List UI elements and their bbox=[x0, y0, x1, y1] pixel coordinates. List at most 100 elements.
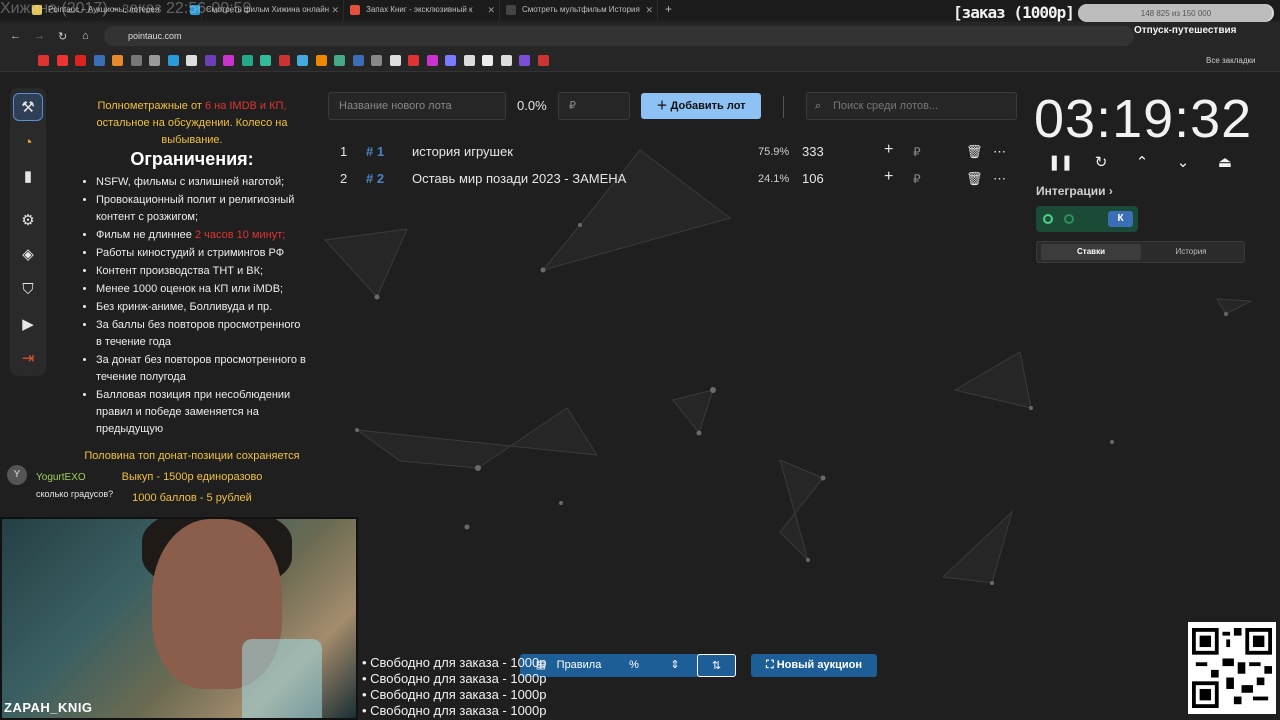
pause-icon[interactable]: ❚❚ bbox=[1048, 152, 1073, 174]
stream-title-overlay: Хижина (2017) - заказ 22:56-00:59 bbox=[0, 0, 252, 17]
reload-icon[interactable]: ↻ bbox=[58, 30, 67, 43]
close-tab-icon[interactable]: ✕ bbox=[487, 0, 495, 20]
radio-off-icon[interactable] bbox=[1064, 214, 1074, 224]
bookmark-icon[interactable] bbox=[112, 55, 123, 66]
free-slot-item: • Свободно для заказа - 1000р bbox=[362, 655, 547, 670]
gear-icon[interactable]: ⚙ bbox=[13, 206, 43, 234]
playlist-icon[interactable]: ▶ bbox=[13, 310, 43, 338]
more-options-icon[interactable]: ⋯ bbox=[993, 144, 1006, 160]
more-options-icon[interactable]: ⋯ bbox=[993, 171, 1006, 187]
bookmark-icon[interactable] bbox=[130, 55, 142, 66]
new-auction-button[interactable]: ⛶ Новый аукцион bbox=[751, 654, 877, 677]
lot-currency: ₽ bbox=[913, 172, 921, 186]
bookmark-icon[interactable] bbox=[223, 55, 234, 66]
browser-tab-zapah[interactable]: Запах Книг - эксклюзивный к ✕ bbox=[344, 0, 500, 20]
lot-amount-input[interactable]: ₽ bbox=[558, 92, 630, 120]
order-badge: [заказ (1000р] bbox=[953, 3, 1075, 22]
bookmark-icon[interactable] bbox=[93, 55, 105, 66]
bookmark-icon[interactable] bbox=[241, 55, 253, 66]
bookmark-icon[interactable] bbox=[260, 55, 271, 66]
back-icon[interactable]: ← bbox=[10, 30, 21, 42]
close-tab-icon[interactable]: ✕ bbox=[645, 0, 653, 20]
add-lot-button[interactable]: ＋ Добавить лот bbox=[641, 93, 761, 119]
bookmark-icon[interactable] bbox=[463, 55, 475, 66]
qr-code-pattern bbox=[1192, 628, 1272, 708]
tab-history[interactable]: История bbox=[1141, 244, 1241, 260]
bookmark-icon[interactable] bbox=[56, 55, 68, 66]
lot-name[interactable]: история игрушек bbox=[412, 144, 513, 159]
lot-amount[interactable]: 106 bbox=[802, 171, 824, 186]
lot-percent: 0.0% bbox=[517, 98, 547, 113]
auction-gavel-icon[interactable]: ⚒ bbox=[13, 93, 43, 121]
bookmark-icon[interactable] bbox=[445, 55, 456, 66]
bookmark-icon[interactable] bbox=[371, 55, 382, 66]
all-bookmarks-link[interactable]: Все закладки bbox=[1206, 56, 1255, 65]
radio-on-icon[interactable] bbox=[1043, 214, 1053, 224]
integrations-title[interactable]: Интеграции › bbox=[1036, 184, 1113, 198]
lot-row: 1 # 1 история игрушек 75.9% 333 + ₽ 🗑 ⋯ bbox=[336, 140, 1016, 164]
close-tab-icon[interactable]: ✕ bbox=[331, 0, 339, 20]
chevron-down-icon[interactable]: ⌄ bbox=[1172, 152, 1194, 174]
bookmark-icon[interactable] bbox=[482, 55, 493, 66]
bookmark-icon[interactable] bbox=[315, 55, 327, 66]
vk-integration-icon[interactable]: К bbox=[1108, 211, 1133, 227]
bookmark-icon[interactable] bbox=[334, 55, 345, 66]
bookmark-icon[interactable] bbox=[297, 55, 308, 66]
layers-icon[interactable]: ◈ bbox=[13, 240, 43, 268]
bookmark-icon[interactable] bbox=[426, 55, 438, 66]
eject-icon[interactable]: ⏏ bbox=[1214, 152, 1236, 174]
bookmark-icon[interactable] bbox=[278, 55, 290, 66]
delete-lot-icon[interactable]: 🗑 bbox=[966, 144, 983, 160]
rules-heading: Ограничения: bbox=[130, 149, 254, 169]
split-icon[interactable]: ⇕ bbox=[663, 654, 687, 677]
rules-intro-rating: 6 на IMDB и КП, bbox=[204, 100, 287, 112]
bookmark-icon[interactable] bbox=[408, 55, 419, 66]
shield-icon[interactable]: ⛉ bbox=[13, 275, 43, 303]
bookmark-icon[interactable] bbox=[500, 55, 512, 66]
delete-lot-icon[interactable]: 🗑 bbox=[966, 171, 983, 187]
search-lots-input[interactable]: ⌕ Поиск среди лотов... bbox=[806, 92, 1017, 120]
add-amount-icon[interactable]: + bbox=[884, 168, 893, 186]
rules-list: NSFW, фильмы с излишней наготой; Провока… bbox=[76, 174, 308, 438]
tab-bets[interactable]: Ставки bbox=[1041, 244, 1141, 260]
new-tab-button[interactable]: + bbox=[665, 2, 672, 16]
home-icon[interactable]: ⌂ bbox=[82, 30, 89, 42]
chevron-up-icon[interactable]: ⌃ bbox=[1131, 152, 1153, 174]
bookmark-icon[interactable] bbox=[204, 55, 216, 66]
lot-fast-id[interactable]: # 1 bbox=[366, 144, 384, 159]
bookmark-icon[interactable] bbox=[389, 55, 401, 66]
donation-goal-text: 148 825 из 150 000 bbox=[1140, 9, 1212, 18]
rules-button[interactable]: Правила bbox=[555, 654, 603, 677]
bookmark-icon[interactable] bbox=[186, 55, 197, 66]
new-auction-icon: ⛶ bbox=[765, 659, 777, 671]
bookmark-icon[interactable] bbox=[352, 55, 364, 66]
bookmark-icon[interactable] bbox=[149, 55, 160, 66]
bookmark-icon[interactable] bbox=[38, 55, 49, 66]
new-auction-label: Новый аукцион bbox=[776, 659, 863, 671]
lot-amount[interactable]: 333 bbox=[802, 144, 824, 159]
pie-chart-icon[interactable]: ◔ bbox=[13, 128, 43, 156]
chat-username: YogurtEXO bbox=[36, 472, 86, 483]
forward-icon[interactable]: → bbox=[34, 30, 45, 42]
percent-toggle[interactable]: % bbox=[622, 654, 646, 677]
tab-favicon bbox=[506, 5, 516, 15]
lot-row: 2 # 2 Оставь мир позади 2023 - ЗАМЕНА 24… bbox=[336, 167, 1016, 191]
bookmark-icon[interactable] bbox=[519, 55, 530, 66]
lot-name[interactable]: Оставь мир позади 2023 - ЗАМЕНА bbox=[412, 171, 626, 186]
lot-fast-id[interactable]: # 2 bbox=[366, 171, 384, 186]
bookmark-icon[interactable] bbox=[167, 55, 179, 66]
logout-icon[interactable]: ⇥ bbox=[13, 344, 43, 372]
search-icon: ⌕ bbox=[815, 100, 822, 112]
lot-name-input[interactable]: Название нового лота bbox=[328, 92, 506, 120]
donation-goal-label: Отпуск-путешествия bbox=[1134, 25, 1237, 36]
bookmark-icon[interactable] bbox=[75, 55, 86, 66]
browser-tab-cartoon[interactable]: Смотреть мультфильм История ✕ bbox=[500, 0, 658, 20]
url-field[interactable]: pointauc.com bbox=[104, 26, 1134, 46]
restart-icon[interactable]: ↻ bbox=[1090, 152, 1112, 174]
add-amount-icon[interactable]: + bbox=[884, 141, 893, 159]
rules-panel: Полнометражные от 6 на IMDB и КП, осталь… bbox=[76, 98, 308, 509]
sort-icon[interactable]: ⇅ bbox=[697, 654, 736, 677]
tab-favicon bbox=[350, 5, 360, 15]
bookmark-icon[interactable] bbox=[537, 55, 549, 66]
bar-chart-icon[interactable]: ▮ bbox=[13, 162, 43, 190]
